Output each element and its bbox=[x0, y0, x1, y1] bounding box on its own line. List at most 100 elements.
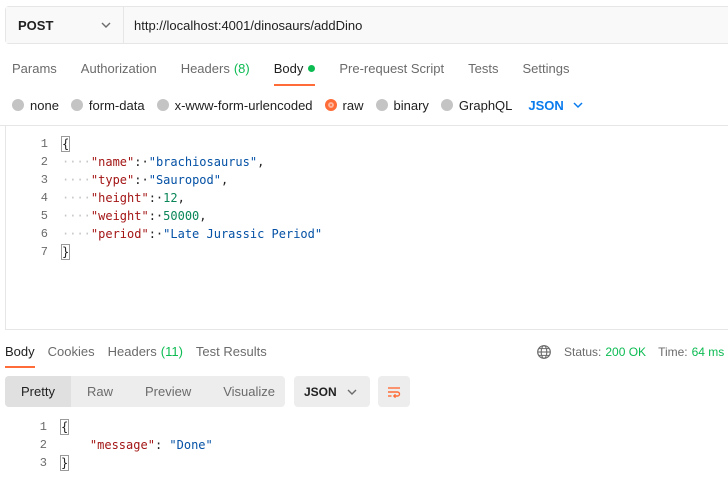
json-value: "Done" bbox=[169, 438, 213, 452]
url-bar: POST http://localhost:4001/dinosaurs/add… bbox=[5, 6, 728, 44]
line-number: 4 bbox=[40, 191, 48, 205]
radio-button[interactable] bbox=[440, 99, 453, 111]
response-format-select[interactable]: JSON bbox=[294, 376, 370, 407]
tab-tests[interactable]: Tests bbox=[456, 58, 510, 86]
status-value[interactable]: 200 OK bbox=[605, 345, 646, 359]
tab-label: Body bbox=[5, 344, 35, 359]
view-raw[interactable]: Raw bbox=[71, 376, 129, 407]
response-body-viewer[interactable]: 1 {2 "message": "Done" 3} bbox=[5, 418, 728, 476]
view-visualize[interactable]: Visualize bbox=[207, 376, 291, 407]
wrap-lines-button[interactable] bbox=[378, 376, 410, 407]
method-label: POST bbox=[18, 17, 54, 33]
response-tabs: Body Cookies Headers (11) Test Results bbox=[0, 342, 275, 368]
body-type-none[interactable]: none bbox=[12, 98, 59, 113]
tab-label: Params bbox=[12, 61, 57, 76]
brace: { bbox=[59, 419, 70, 435]
radio-button[interactable] bbox=[156, 99, 169, 111]
json-value: 12 bbox=[163, 191, 178, 205]
request-body-editor[interactable]: 1{2 ····"name":·"brachiosaurus", 3 ····"typ… bbox=[5, 126, 728, 330]
url-input[interactable]: http://localhost:4001/dinosaurs/addDino bbox=[124, 7, 728, 43]
body-type-raw[interactable]: raw bbox=[324, 97, 364, 113]
tab-label: Authorization bbox=[80, 61, 157, 76]
code-line: ····"weight":·50000, bbox=[62, 207, 207, 225]
comma: , bbox=[199, 209, 207, 223]
response-tab-test-results[interactable]: Test Results bbox=[191, 342, 275, 368]
tab-label: Headers bbox=[107, 344, 157, 359]
tab-headers[interactable]: Headers (8) bbox=[169, 58, 262, 86]
json-key: "period" bbox=[90, 227, 149, 241]
tab-label: Tests bbox=[468, 61, 499, 76]
brace: } bbox=[60, 244, 71, 260]
code-line: { bbox=[59, 418, 70, 436]
response-tab-cookies[interactable]: Cookies bbox=[43, 342, 103, 368]
time-value[interactable]: 64 ms bbox=[692, 345, 725, 359]
tab-params[interactable]: Params bbox=[0, 58, 69, 86]
tab-count: (11) bbox=[160, 344, 183, 359]
body-type-label: x-www-form-urlencoded bbox=[174, 97, 313, 113]
body-type-form-data[interactable]: form-data bbox=[70, 97, 145, 113]
tab-pre-request-script[interactable]: Pre-request Script bbox=[327, 58, 456, 86]
code-line: } bbox=[60, 243, 71, 261]
body-type-binary[interactable]: binary bbox=[375, 98, 429, 113]
tab-settings[interactable]: Settings bbox=[510, 58, 581, 86]
indent-whitespace: ···· bbox=[62, 209, 91, 223]
tab-label: Test Results bbox=[195, 344, 267, 359]
body-type-label: form-data bbox=[88, 97, 145, 113]
code-line: ····"type":·"Sauropod", bbox=[62, 171, 228, 189]
globe-icon[interactable] bbox=[536, 344, 552, 360]
view-pretty[interactable]: Pretty bbox=[5, 376, 71, 407]
json-key: "name" bbox=[90, 155, 135, 169]
radio-button[interactable] bbox=[375, 99, 388, 111]
status-label: Status: bbox=[564, 345, 602, 359]
line-number: 7 bbox=[40, 245, 48, 259]
line-number: 2 bbox=[40, 155, 48, 169]
radio-button[interactable] bbox=[324, 99, 337, 111]
line-number: 3 bbox=[39, 456, 47, 470]
colon: :· bbox=[148, 227, 164, 241]
tab-body[interactable]: Body bbox=[262, 58, 328, 86]
chevron-down-icon bbox=[346, 386, 358, 398]
body-type-graphql[interactable]: GraphQL bbox=[440, 98, 512, 113]
brace: { bbox=[60, 136, 71, 152]
brace: } bbox=[59, 455, 70, 471]
chevron-down-icon bbox=[572, 99, 584, 111]
response-status: Status: 200 OK Time: 64 ms bbox=[536, 344, 724, 360]
view-preview[interactable]: Preview bbox=[129, 376, 207, 407]
json-value: "Late Jurassic Period" bbox=[163, 227, 323, 241]
body-type-label: raw bbox=[342, 97, 364, 113]
wrap-lines-icon bbox=[386, 384, 402, 400]
line-number: 2 bbox=[39, 438, 47, 452]
comma: , bbox=[220, 173, 229, 187]
code-line: } bbox=[59, 454, 70, 472]
colon: :· bbox=[148, 191, 164, 205]
comma: , bbox=[257, 155, 265, 169]
radio-button[interactable] bbox=[70, 99, 83, 111]
indent-whitespace: ···· bbox=[62, 191, 91, 205]
json-value: "Sauropod" bbox=[148, 173, 221, 187]
indent-whitespace: ···· bbox=[62, 173, 91, 187]
comma: , bbox=[177, 191, 185, 205]
code-line: ····"period":·"Late Jurassic Period" bbox=[62, 225, 322, 243]
code-line: ····"name":·"brachiosaurus", bbox=[62, 153, 264, 171]
tab-count: (8) bbox=[233, 61, 250, 76]
tab-label: Headers bbox=[180, 61, 230, 76]
json-key: "height" bbox=[90, 191, 149, 205]
indent-whitespace: ···· bbox=[62, 155, 91, 169]
colon: : bbox=[154, 438, 170, 452]
body-type-x-www-form-urlencoded[interactable]: x-www-form-urlencoded bbox=[156, 97, 313, 113]
code-line: ····"height":·12, bbox=[62, 189, 185, 207]
radio-button[interactable] bbox=[12, 99, 24, 111]
line-number: 6 bbox=[40, 227, 48, 241]
line-number: 3 bbox=[40, 173, 48, 187]
body-format-select[interactable]: JSON bbox=[528, 98, 583, 113]
tab-authorization[interactable]: Authorization bbox=[69, 58, 169, 86]
response-tab-body[interactable]: Body bbox=[0, 342, 43, 368]
response-view-switcher: Pretty Raw Preview Visualize bbox=[5, 376, 285, 407]
code-line: { bbox=[60, 135, 71, 153]
indent-whitespace: ···· bbox=[62, 227, 91, 241]
body-type-label: none bbox=[30, 97, 59, 113]
json-key: "type" bbox=[90, 173, 135, 187]
method-select[interactable]: POST bbox=[6, 7, 124, 43]
response-tab-headers[interactable]: Headers (11) bbox=[103, 342, 191, 368]
